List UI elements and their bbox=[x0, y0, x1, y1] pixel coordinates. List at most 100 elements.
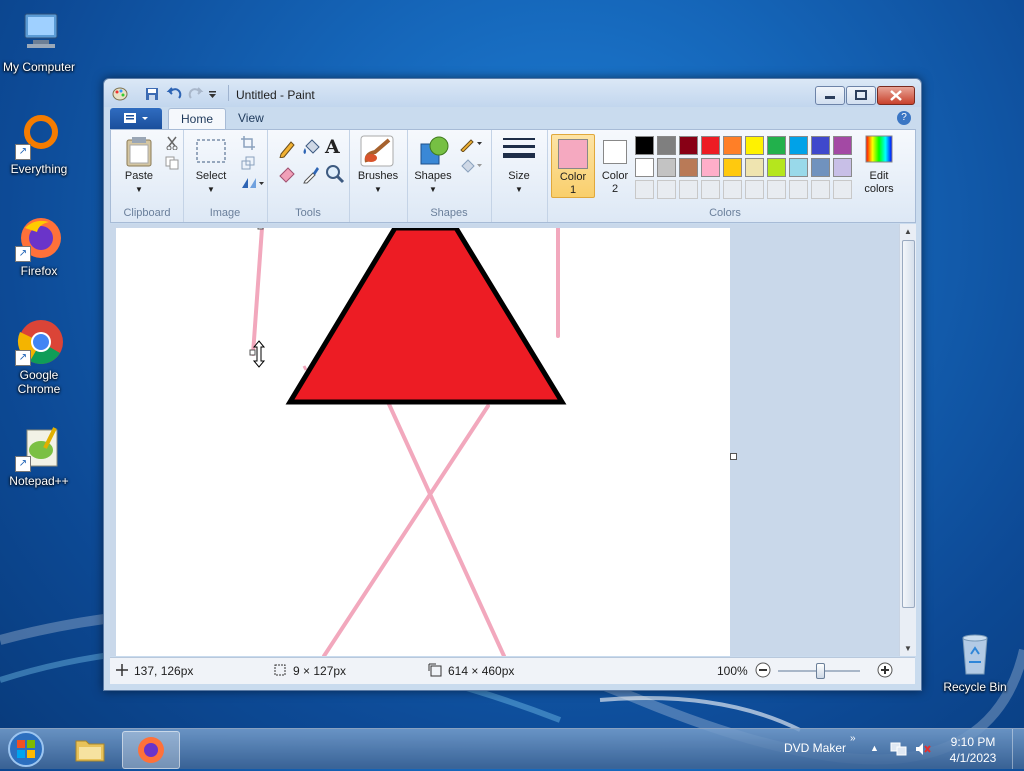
minimize-button[interactable] bbox=[815, 86, 845, 105]
pencil-icon[interactable] bbox=[277, 138, 297, 161]
select-button[interactable]: Select ▼ bbox=[191, 134, 231, 200]
paste-icon bbox=[126, 137, 152, 167]
custom-color-slot[interactable] bbox=[767, 180, 786, 199]
maximize-button[interactable] bbox=[846, 86, 876, 105]
custom-color-slot[interactable] bbox=[635, 180, 654, 199]
shapes-button[interactable]: Shapes ▼ bbox=[411, 134, 455, 200]
zoom-in-button[interactable] bbox=[877, 662, 893, 681]
palette-color-swatch[interactable] bbox=[679, 158, 698, 177]
zoom-slider-thumb[interactable] bbox=[816, 663, 825, 679]
save-icon[interactable] bbox=[144, 87, 160, 101]
taskbar-explorer[interactable] bbox=[62, 731, 118, 767]
group-label-tools: Tools bbox=[295, 207, 321, 219]
palette-color-swatch[interactable] bbox=[833, 136, 852, 155]
palette-color-swatch[interactable] bbox=[833, 158, 852, 177]
network-icon[interactable] bbox=[890, 741, 908, 760]
canvas-resize-handle[interactable] bbox=[730, 453, 737, 460]
show-hidden-icons-icon[interactable]: ▲ bbox=[870, 743, 879, 753]
everything-icon: ↗ bbox=[15, 112, 63, 160]
taskbar-firefox[interactable] bbox=[122, 731, 180, 769]
palette-color-swatch[interactable] bbox=[701, 136, 720, 155]
color-picker-icon[interactable] bbox=[301, 164, 321, 187]
fill-icon[interactable] bbox=[459, 158, 483, 177]
desktop-icon-notepadpp[interactable]: ↗ Notepad++ bbox=[0, 424, 78, 488]
custom-color-slot[interactable] bbox=[745, 180, 764, 199]
title-bar[interactable]: Untitled - Paint bbox=[104, 79, 921, 107]
palette-color-swatch[interactable] bbox=[789, 158, 808, 177]
palette-color-swatch[interactable] bbox=[635, 136, 654, 155]
dvd-maker-toolbar[interactable]: DVD Maker bbox=[784, 741, 846, 755]
outline-icon[interactable] bbox=[459, 136, 483, 155]
custom-color-slot[interactable] bbox=[679, 180, 698, 199]
palette-color-swatch[interactable] bbox=[679, 136, 698, 155]
palette-color-swatch[interactable] bbox=[811, 158, 830, 177]
toolbar-expand-icon[interactable]: » bbox=[850, 733, 856, 744]
tab-home[interactable]: Home bbox=[168, 108, 227, 130]
close-button[interactable] bbox=[877, 86, 915, 105]
vertical-scrollbar[interactable]: ▲ ▼ bbox=[899, 224, 916, 656]
desktop-icon-everything[interactable]: ↗ Everything bbox=[0, 112, 78, 176]
palette-color-swatch[interactable] bbox=[657, 136, 676, 155]
custom-color-slot[interactable] bbox=[811, 180, 830, 199]
palette-color-swatch[interactable] bbox=[767, 136, 786, 155]
eraser-icon[interactable] bbox=[277, 164, 297, 187]
show-desktop-button[interactable] bbox=[1012, 729, 1024, 769]
tab-view[interactable]: View bbox=[226, 108, 276, 129]
desktop-icon-firefox[interactable]: ↗ Firefox bbox=[0, 214, 78, 278]
group-label-colors: Colors bbox=[709, 207, 741, 219]
custom-color-slot[interactable] bbox=[657, 180, 676, 199]
palette-color-swatch[interactable] bbox=[789, 136, 808, 155]
paste-button[interactable]: Paste ▼ bbox=[119, 134, 159, 200]
fill-bucket-icon[interactable] bbox=[301, 138, 321, 161]
text-tool-icon[interactable]: A bbox=[325, 136, 340, 158]
copy-icon[interactable] bbox=[165, 156, 179, 173]
image-size: 614 × 460px bbox=[448, 664, 515, 678]
palette-color-swatch[interactable] bbox=[701, 158, 720, 177]
palette-color-swatch[interactable] bbox=[723, 136, 742, 155]
palette-color-swatch[interactable] bbox=[767, 158, 786, 177]
color1-button[interactable]: Color 1 bbox=[551, 134, 595, 198]
desktop-icon-recycle-bin[interactable]: Recycle Bin bbox=[936, 630, 1014, 694]
palette-color-swatch[interactable] bbox=[811, 136, 830, 155]
custom-color-slot[interactable] bbox=[833, 180, 852, 199]
color2-button[interactable]: Color 2 bbox=[595, 134, 635, 196]
crop-icon[interactable] bbox=[241, 136, 255, 153]
color-spectrum-icon bbox=[865, 135, 893, 163]
palette-color-swatch[interactable] bbox=[745, 158, 764, 177]
cut-icon[interactable] bbox=[165, 136, 179, 153]
custom-color-slot[interactable] bbox=[723, 180, 742, 199]
undo-icon[interactable] bbox=[166, 87, 182, 101]
window-title: Untitled - Paint bbox=[236, 88, 315, 102]
desktop-icon-my-computer[interactable]: My Computer bbox=[0, 10, 78, 74]
magnifier-icon[interactable] bbox=[325, 164, 345, 187]
paint-app-icon[interactable] bbox=[112, 87, 128, 101]
paint-menu-button[interactable] bbox=[110, 108, 162, 129]
scrollbar-thumb[interactable] bbox=[902, 240, 915, 608]
custom-color-slot[interactable] bbox=[789, 180, 808, 199]
drawing-canvas[interactable] bbox=[116, 224, 730, 656]
edit-colors-button[interactable]: Edit colors bbox=[859, 134, 899, 196]
customize-quick-access-icon[interactable] bbox=[208, 89, 224, 103]
resize-icon[interactable] bbox=[241, 156, 255, 173]
restore-icon bbox=[855, 90, 867, 100]
volume-muted-icon[interactable] bbox=[914, 741, 932, 760]
resize-handle[interactable] bbox=[257, 224, 264, 230]
size-button[interactable]: Size ▼ bbox=[497, 134, 541, 200]
help-icon[interactable]: ? bbox=[897, 111, 911, 125]
scroll-down-icon[interactable]: ▼ bbox=[904, 644, 912, 653]
paste-dropdown-icon: ▼ bbox=[135, 185, 143, 194]
scroll-up-icon[interactable]: ▲ bbox=[904, 227, 912, 236]
palette-color-swatch[interactable] bbox=[723, 158, 742, 177]
palette-color-swatch[interactable] bbox=[657, 158, 676, 177]
redo-icon[interactable] bbox=[188, 87, 204, 101]
palette-color-swatch[interactable] bbox=[745, 136, 764, 155]
rotate-icon[interactable] bbox=[241, 176, 265, 193]
brushes-button[interactable]: Brushes ▼ bbox=[355, 134, 401, 200]
clock[interactable]: 9:10 PM 4/1/2023 bbox=[940, 734, 1006, 766]
start-button[interactable] bbox=[6, 730, 46, 768]
desktop-icon-label: Notepad++ bbox=[9, 474, 69, 488]
custom-color-slot[interactable] bbox=[701, 180, 720, 199]
palette-color-swatch[interactable] bbox=[635, 158, 654, 177]
desktop-icon-google-chrome[interactable]: ↗ Google Chrome bbox=[0, 318, 78, 396]
zoom-out-button[interactable] bbox=[755, 662, 771, 681]
